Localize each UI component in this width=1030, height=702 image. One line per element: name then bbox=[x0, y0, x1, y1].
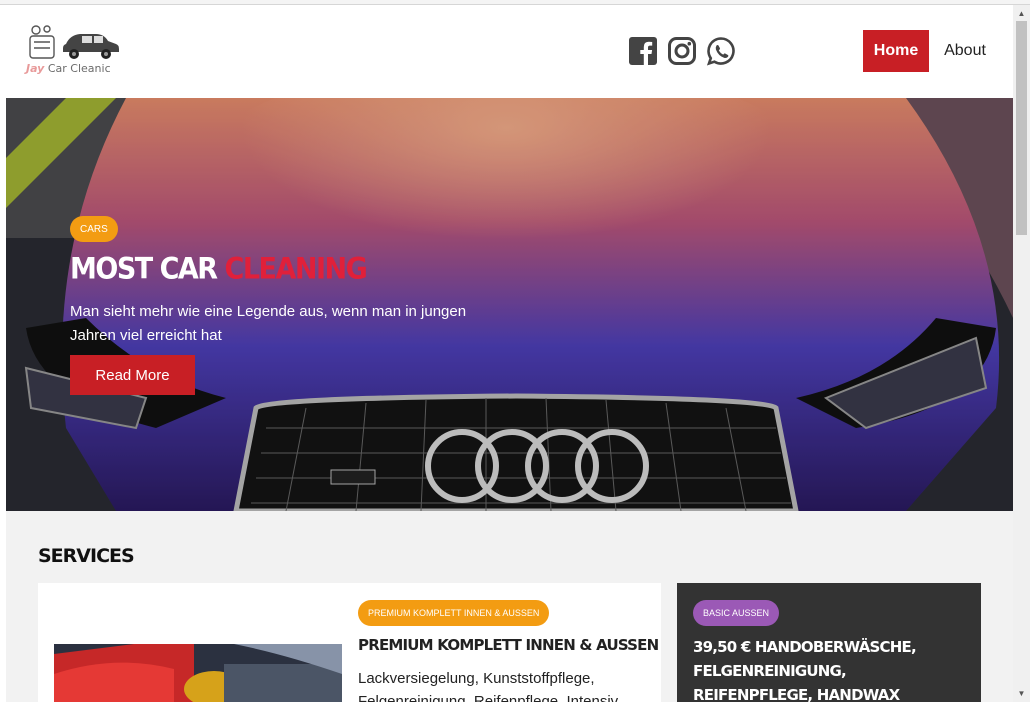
service-card-badge[interactable]: PREMIUM KOMPLETT INNEN & AUSSEN bbox=[358, 600, 550, 626]
service-card-text: Lackversiegelung, Kunststoffpflege, Felg… bbox=[358, 670, 619, 702]
nav-home-link[interactable]: Home bbox=[863, 30, 929, 72]
logo-brand: Jay bbox=[26, 62, 45, 75]
logo-graphic-icon bbox=[29, 25, 119, 59]
site-logo[interactable]: Jay Car Cleanic bbox=[26, 22, 126, 82]
hero-banner: CARS MOST CAR CLEANING Man sieht mehr wi… bbox=[6, 98, 1013, 511]
nav-about-link[interactable]: About bbox=[934, 30, 996, 72]
scroll-down-arrow-icon[interactable]: ▼ bbox=[1013, 685, 1030, 701]
service-card-title[interactable]: PREMIUM KOMPLETT INNEN & AUSSEN bbox=[358, 636, 659, 654]
service-card-image[interactable] bbox=[54, 644, 342, 702]
scrollbar-thumb[interactable] bbox=[1016, 21, 1027, 235]
browser-top-border bbox=[0, 0, 1030, 5]
hero-title: MOST CAR CLEANING bbox=[70, 252, 368, 287]
service-card-premium[interactable]: PREMIUM KOMPLETT INNEN & AUSSEN PREMIUM … bbox=[38, 583, 661, 702]
hero-description: Man sieht mehr wie eine Legende aus, wen… bbox=[70, 303, 467, 344]
services-heading: SERVICES bbox=[38, 545, 135, 567]
read-more-button[interactable]: Read More bbox=[70, 355, 195, 395]
service-card-basic-badge[interactable]: BASIC AUSSEN bbox=[693, 600, 780, 626]
hero-category-badge[interactable]: CARS bbox=[70, 216, 118, 242]
logo-name: Car Cleanic bbox=[47, 62, 111, 75]
hero-title-accent: CLEANING bbox=[224, 252, 368, 287]
logo-text: Jay Car Cleanic bbox=[26, 62, 111, 75]
instagram-icon[interactable] bbox=[667, 36, 697, 66]
whatsapp-icon[interactable] bbox=[706, 36, 736, 66]
services-section: SERVICES PREMIUM KOMPLETT INNEN & AUSSEN… bbox=[6, 511, 1013, 702]
page-scrollbar[interactable]: ▲ ▼ bbox=[1013, 5, 1030, 702]
service-card-basic-title[interactable]: 39,50 € HANDOBERWÄSCHE, FELGENREINIGUNG,… bbox=[693, 635, 963, 702]
scroll-up-arrow-icon[interactable]: ▲ bbox=[1013, 5, 1030, 21]
site-header: Jay Car Cleanic Home About bbox=[6, 6, 1013, 98]
service-card-basic[interactable]: BASIC AUSSEN 39,50 € HANDOBERWÄSCHE, FEL… bbox=[677, 583, 981, 702]
facebook-icon[interactable] bbox=[628, 36, 658, 66]
hero-title-main: MOST CAR bbox=[70, 252, 225, 287]
